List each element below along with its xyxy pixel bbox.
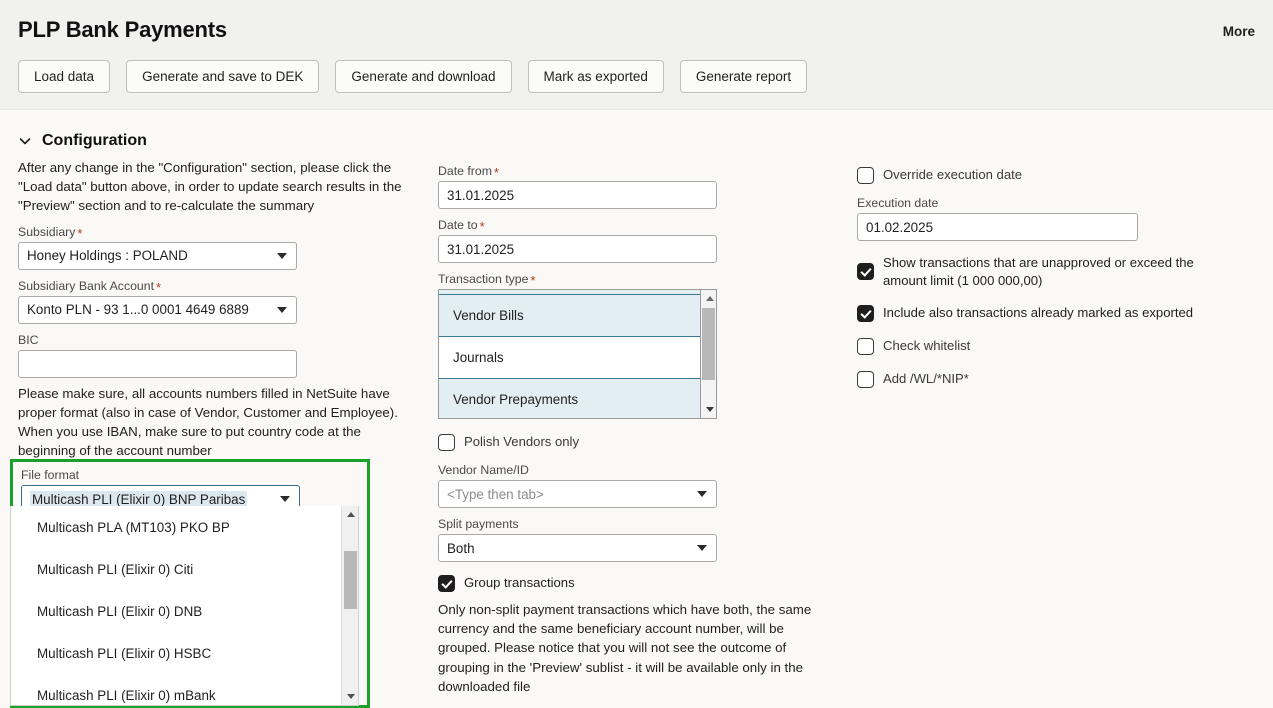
file-format-scrollbar[interactable] (341, 506, 358, 705)
date-from-input[interactable]: 31.01.2025 (438, 181, 717, 209)
bic-help-text: Please make sure, all accounts numbers f… (18, 384, 418, 461)
group-transactions-help-text: Only non-split payment transactions whic… (438, 600, 834, 696)
file-format-option[interactable]: Multicash PLI (Elixir 0) HSBC (11, 632, 358, 674)
config-left-column: After any change in the "Configuration" … (18, 158, 418, 468)
mark-as-exported-button[interactable]: Mark as exported (528, 60, 664, 93)
transaction-type-label: Transaction type* (438, 272, 838, 286)
show-unapproved-label: Show transactions that are unapproved or… (883, 254, 1240, 289)
polish-vendors-only-row[interactable]: Polish Vendors only (438, 433, 838, 451)
transaction-type-option[interactable]: Journals (439, 336, 716, 378)
chevron-down-icon (697, 491, 707, 497)
transaction-type-multiselect[interactable]: Vendor Bills Journals Vendor Prepayments (438, 289, 717, 419)
split-payments-value: Both (447, 541, 475, 556)
subsidiary-value: Honey Holdings : POLAND (27, 248, 188, 263)
group-transactions-row[interactable]: Group transactions (438, 574, 838, 592)
load-data-button[interactable]: Load data (18, 60, 110, 93)
date-from-label: Date from* (438, 164, 838, 178)
include-exported-label: Include also transactions already marked… (883, 304, 1193, 322)
scroll-up-arrow-icon[interactable] (342, 506, 359, 523)
file-format-option[interactable]: Multicash PLI (Elixir 0) Citi (11, 548, 358, 590)
add-wl-nip-label: Add /WL/*NIP* (883, 370, 969, 388)
file-format-option[interactable]: Multicash PLA (MT103) PKO BP (11, 506, 358, 548)
check-whitelist-label: Check whitelist (883, 337, 970, 355)
polish-vendors-only-checkbox[interactable] (438, 434, 455, 451)
chevron-down-icon (277, 253, 287, 259)
generate-and-download-button[interactable]: Generate and download (335, 60, 511, 93)
action-toolbar: Load data Generate and save to DEK Gener… (18, 60, 807, 93)
split-payments-label: Split payments (438, 517, 838, 531)
config-right-column: Override execution date Execution date 0… (857, 158, 1257, 400)
subsidiary-select[interactable]: Honey Holdings : POLAND (18, 242, 297, 270)
file-format-label: File format (21, 468, 300, 482)
required-marker: * (492, 165, 499, 180)
add-wl-nip-row[interactable]: Add /WL/*NIP* (857, 370, 1257, 388)
file-format-dropdown-menu[interactable]: Multicash PLA (MT103) PKO BP Multicash P… (10, 506, 359, 706)
required-marker: * (528, 273, 535, 288)
subsidiary-bank-account-label: Subsidiary Bank Account* (18, 279, 418, 293)
configuration-title: Configuration (42, 132, 147, 150)
generate-and-save-to-dek-button[interactable]: Generate and save to DEK (126, 60, 319, 93)
generate-report-button[interactable]: Generate report (680, 60, 807, 93)
show-unapproved-row[interactable]: Show transactions that are unapproved or… (857, 254, 1257, 289)
date-from-value: 31.01.2025 (447, 188, 514, 203)
vendor-name-id-label: Vendor Name/ID (438, 463, 838, 477)
scroll-down-arrow-icon[interactable] (342, 688, 359, 705)
vendor-name-id-placeholder: <Type then tab> (447, 487, 544, 502)
transaction-type-option[interactable]: Vendor Prepayments (439, 378, 716, 419)
config-middle-column: Date from* 31.01.2025 Date to* 31.01.202… (438, 158, 838, 704)
transaction-type-option[interactable]: Vendor Bills (439, 294, 716, 336)
check-whitelist-checkbox[interactable] (857, 338, 874, 355)
required-marker: * (478, 219, 485, 234)
polish-vendors-only-label: Polish Vendors only (464, 433, 579, 451)
bic-label: BIC (18, 333, 418, 347)
group-transactions-label: Group transactions (464, 574, 575, 592)
override-execution-date-row[interactable]: Override execution date (857, 166, 1257, 184)
file-format-option[interactable]: Multicash PLI (Elixir 0) DNB (11, 590, 358, 632)
add-wl-nip-checkbox[interactable] (857, 371, 874, 388)
split-payments-select[interactable]: Both (438, 534, 717, 562)
check-whitelist-row[interactable]: Check whitelist (857, 337, 1257, 355)
page-header: PLP Bank Payments More Load data Generat… (0, 0, 1273, 110)
date-to-label: Date to* (438, 218, 838, 232)
include-exported-row[interactable]: Include also transactions already marked… (857, 304, 1257, 322)
subsidiary-bank-account-select[interactable]: Konto PLN - 93 1...0 0001 4649 6889 (18, 296, 297, 324)
override-execution-date-checkbox[interactable] (857, 167, 874, 184)
more-menu-link[interactable]: More (1223, 24, 1255, 39)
required-marker: * (154, 280, 161, 295)
file-format-value: Multicash PLI (Elixir 0) BNP Paribas (30, 491, 247, 508)
scrollbar-thumb[interactable] (702, 308, 715, 380)
chevron-down-icon (697, 545, 707, 551)
chevron-down-icon (18, 134, 32, 148)
subsidiary-label: Subsidiary* (18, 225, 418, 239)
execution-date-input[interactable]: 01.02.2025 (857, 213, 1138, 241)
page-title: PLP Bank Payments (18, 17, 227, 43)
chevron-down-icon (277, 307, 287, 313)
override-execution-date-label: Override execution date (883, 166, 1022, 184)
include-exported-checkbox[interactable] (857, 305, 874, 322)
configuration-section-toggle[interactable]: Configuration (18, 132, 147, 150)
group-transactions-checkbox[interactable] (438, 575, 455, 592)
show-unapproved-checkbox[interactable] (857, 263, 874, 280)
transaction-type-scrollbar[interactable] (700, 290, 716, 418)
bic-input[interactable] (18, 350, 297, 378)
scroll-down-arrow-icon[interactable] (701, 401, 718, 418)
date-to-input[interactable]: 31.01.2025 (438, 235, 717, 263)
execution-date-value: 01.02.2025 (866, 220, 933, 235)
configuration-intro-text: After any change in the "Configuration" … (18, 158, 418, 216)
date-to-value: 31.01.2025 (447, 242, 514, 257)
required-marker: * (75, 226, 82, 241)
chevron-down-icon (280, 496, 290, 502)
vendor-name-id-select[interactable]: <Type then tab> (438, 480, 717, 508)
scrollbar-thumb[interactable] (344, 551, 357, 609)
scroll-up-arrow-icon[interactable] (701, 290, 718, 307)
execution-date-label: Execution date (857, 196, 1257, 210)
subsidiary-bank-account-value: Konto PLN - 93 1...0 0001 4649 6889 (27, 302, 249, 317)
file-format-option[interactable]: Multicash PLI (Elixir 0) mBank (11, 674, 358, 706)
